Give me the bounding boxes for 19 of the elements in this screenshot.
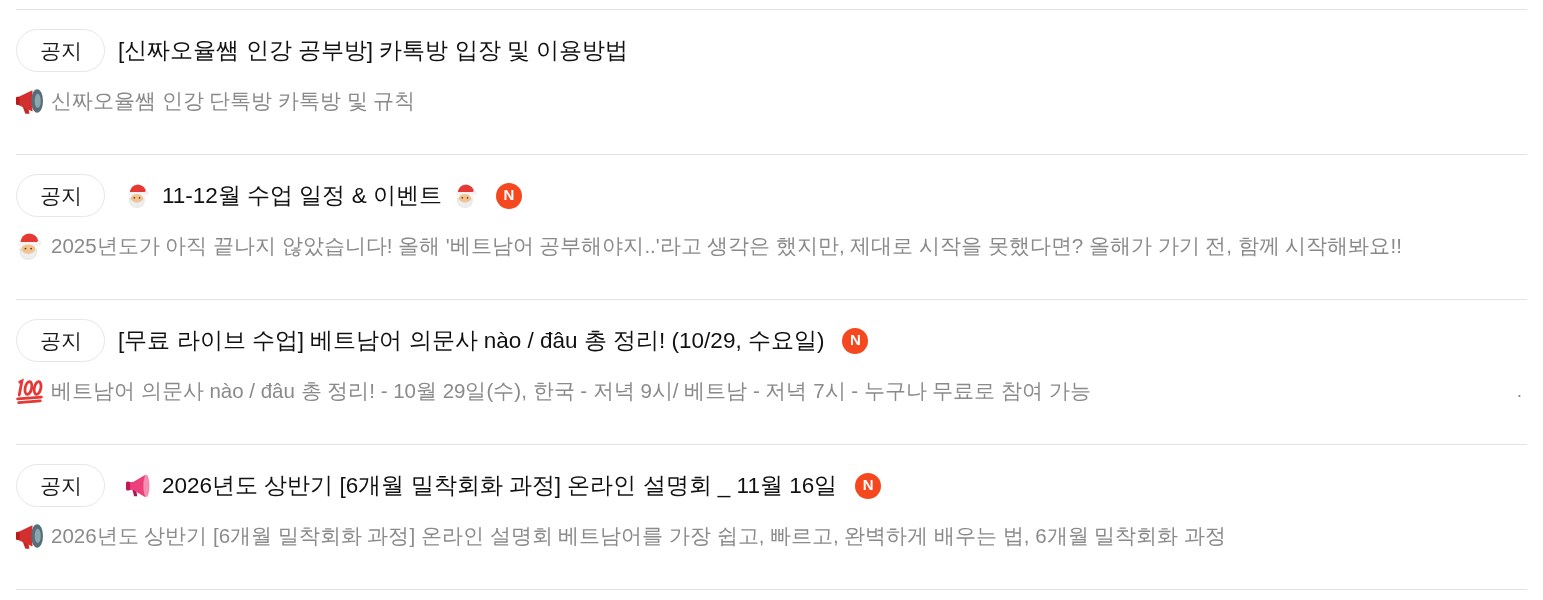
post-title-link[interactable]: 2026년도 상반기 [6개월 밀착회화 과정] 온라인 설명회 _ 11월 16일 [118,468,838,503]
post-title-link[interactable]: 11-12월 수업 일정 & 이벤트 [118,178,478,213]
post-title-link[interactable]: [신짜오율쌤 인강 공부방] 카톡방 입장 및 이용방법 [118,33,628,68]
post-title-link[interactable]: [무료 라이브 수업] 베트남어 의문사 nào / đâu 총 정리! (10/29, 수요일) [118,323,825,358]
new-badge: N [842,327,869,354]
post-summary: 신짜오율쌤 인강 단톡방 카톡방 및 규칙 [51,87,416,114]
post-summary: 2025년도가 아직 끝나지 않았습니다! 올해 '베트남어 공부해야지..'라고 생각은 했지만, 제대로 시작을 못했다면? 올해가 가기 전, 함께 시작해봐요!! [51,232,1402,259]
santa-icon [453,183,478,208]
loudspeaker-icon [16,522,43,550]
santa-icon [16,232,43,260]
hundred-points-icon [16,377,43,405]
post-summary: 2026년도 상반기 [6개월 밀착회화 과정] 온라인 설명회 베트남어를 가장 쉽고, 빠르고, 완벽하게 배우는 법, 6개월 밀착회화 과정 [51,522,1226,549]
megaphone-icon [126,473,150,498]
new-badge: N [495,182,522,209]
new-badge: N [855,472,882,499]
trailing-text: . [1516,378,1522,403]
post-summary: 베트남어 의문사 nào / đâu 총 정리! - 10월 29일(수), 한국 - 저녁 9시/ 베트남 - 저녁 7시 - 누구나 무료로 참여 가능 [51,377,1091,404]
santa-icon [126,183,150,208]
loudspeaker-icon [16,87,43,115]
